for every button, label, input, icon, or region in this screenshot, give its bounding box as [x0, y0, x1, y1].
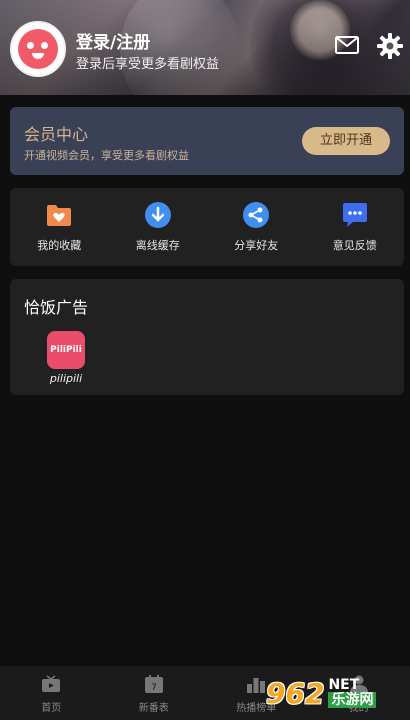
nav-label: 首页 — [41, 702, 62, 714]
action-favorites[interactable]: 我的收藏 — [19, 201, 99, 253]
action-label: 离线缓存 — [135, 239, 180, 252]
activate-vip-button[interactable]: 立即开通 — [302, 127, 390, 155]
action-offline-cache[interactable]: 离线缓存 — [118, 201, 198, 253]
vip-subtitle: 开通视频会员，享受更多看剧权益 — [24, 149, 189, 162]
tv-icon — [42, 674, 61, 692]
action-label: 意见反馈 — [332, 239, 377, 252]
nav-home[interactable]: 首页 — [0, 666, 103, 720]
login-register-link[interactable]: 登录/注册 — [76, 28, 150, 53]
nav-new-anime[interactable]: 7 新番表 — [103, 666, 206, 720]
share-icon — [243, 202, 270, 228]
pilipili-logo-icon: PiliPili — [47, 331, 85, 369]
ads-section: 恰饭广告 PiliPili pilipili — [10, 279, 404, 395]
favorite-folder-icon — [47, 205, 72, 226]
profile-header: 登录/注册 登录后享受更多看剧权益 — [0, 0, 410, 95]
download-icon — [144, 202, 171, 228]
nav-mine[interactable]: 我的 — [308, 666, 410, 720]
gear-icon[interactable] — [376, 32, 404, 60]
nav-label: 热播榜单 — [236, 702, 277, 714]
mail-icon[interactable] — [335, 36, 359, 54]
action-label: 分享好友 — [234, 239, 279, 252]
ranking-icon — [247, 677, 266, 693]
login-subtitle: 登录后享受更多看剧权益 — [76, 57, 220, 72]
ad-item-pilipili[interactable]: PiliPili pilipili — [44, 331, 88, 385]
vip-center-card[interactable]: 会员中心 开通视频会员，享受更多看剧权益 立即开通 — [10, 107, 404, 175]
ads-title: 恰饭广告 — [24, 298, 89, 317]
nav-ranking[interactable]: 热播榜单 — [205, 666, 308, 720]
feedback-icon — [342, 203, 367, 227]
svg-text:7: 7 — [151, 683, 157, 693]
avatar[interactable] — [10, 21, 66, 77]
ad-label: pilipili — [49, 372, 83, 385]
user-icon — [349, 675, 368, 693]
bottom-nav: 首页 7 新番表 热播榜单 我的 — [0, 666, 410, 720]
mascot-icon — [18, 29, 58, 69]
nav-label: 我的 — [348, 702, 369, 714]
calendar-icon: 7 — [144, 674, 163, 693]
action-share[interactable]: 分享好友 — [216, 201, 296, 253]
vip-title: 会员中心 — [24, 125, 89, 144]
action-label: 我的收藏 — [37, 239, 82, 252]
nav-label: 新番表 — [138, 702, 169, 714]
quick-actions: 我的收藏 离线缓存 分享好友 意见反馈 — [10, 188, 404, 266]
action-feedback[interactable]: 意见反馈 — [315, 201, 395, 253]
